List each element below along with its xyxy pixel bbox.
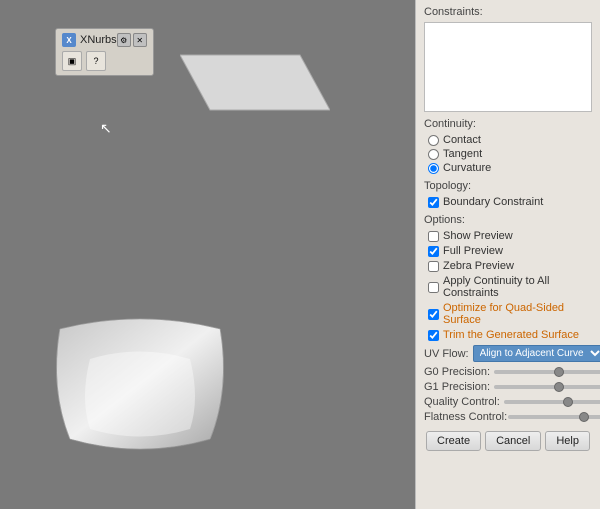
xnurbs-widget: X XNurbs ⚙ ✕ ▣ ? [55, 28, 154, 76]
radio-curvature-input[interactable] [428, 163, 439, 174]
continuity-radio-group: Contact Tangent Curvature [424, 134, 592, 174]
uv-flow-label: UV Flow: [424, 348, 469, 360]
checkbox-full-preview[interactable]: Full Preview [428, 245, 592, 257]
full-preview-input[interactable] [428, 246, 439, 257]
apply-continuity-input[interactable] [428, 282, 439, 293]
checkbox-optimize-quad[interactable]: Optimize for Quad-Sided Surface [428, 302, 592, 326]
checkbox-apply-continuity[interactable]: Apply Continuity to All Constraints [428, 275, 592, 299]
radio-curvature[interactable]: Curvature [428, 162, 592, 174]
widget-controls: ⚙ ✕ [117, 33, 147, 47]
gear-button[interactable]: ⚙ [117, 33, 131, 47]
checkbox-trim-surface[interactable]: Trim the Generated Surface [428, 329, 592, 341]
widget-title-bar: X XNurbs ⚙ ✕ [62, 33, 147, 47]
boundary-constraint-input[interactable] [428, 197, 439, 208]
continuity-label: Continuity: [424, 118, 592, 130]
show-preview-input[interactable] [428, 231, 439, 242]
optimize-quad-label: Optimize for Quad-Sided Surface [443, 302, 592, 326]
bottom-buttons: Create Cancel Help [424, 431, 592, 451]
topology-label: Topology: [424, 180, 592, 192]
radio-curvature-label: Curvature [443, 162, 491, 174]
g0-precision-label: G0 Precision: [424, 366, 490, 378]
boundary-constraint-label: Boundary Constraint [443, 196, 543, 208]
create-button[interactable]: Create [426, 431, 481, 451]
radio-contact-label: Contact [443, 134, 481, 146]
widget-title: X XNurbs [62, 33, 117, 47]
constraints-label: Constraints: [424, 6, 592, 18]
cursor-indicator: ↖ [100, 120, 112, 137]
checkbox-boundary-constraint[interactable]: Boundary Constraint [428, 196, 592, 208]
apply-continuity-label: Apply Continuity to All Constraints [443, 275, 592, 299]
trim-surface-label: Trim the Generated Surface [443, 329, 579, 341]
flatness-control-row: Flatness Control: [424, 411, 592, 423]
flatness-control-label: Flatness Control: [424, 411, 504, 423]
widget-icons-row: ▣ ? [62, 51, 147, 71]
flatness-control-slider[interactable] [508, 415, 600, 419]
help-button[interactable]: Help [545, 431, 590, 451]
flat-surface-shape [180, 50, 330, 120]
viewport[interactable]: X XNurbs ⚙ ✕ ▣ ? ↖ [0, 0, 415, 509]
quality-control-row: Quality Control: [424, 396, 592, 408]
checkbox-show-preview[interactable]: Show Preview [428, 230, 592, 242]
xnurbs-logo-icon: X [62, 33, 76, 47]
cancel-button[interactable]: Cancel [485, 431, 541, 451]
g1-precision-slider[interactable] [494, 385, 600, 389]
close-button[interactable]: ✕ [133, 33, 147, 47]
zebra-preview-input[interactable] [428, 261, 439, 272]
g1-precision-label: G1 Precision: [424, 381, 490, 393]
checkbox-zebra-preview[interactable]: Zebra Preview [428, 260, 592, 272]
zebra-preview-label: Zebra Preview [443, 260, 514, 272]
help-icon[interactable]: ? [86, 51, 106, 71]
radio-contact[interactable]: Contact [428, 134, 592, 146]
radio-contact-input[interactable] [428, 135, 439, 146]
g1-precision-row: G1 Precision: [424, 381, 592, 393]
quality-control-label: Quality Control: [424, 396, 500, 408]
g0-precision-slider[interactable] [494, 370, 600, 374]
options-label: Options: [424, 214, 592, 226]
constraints-box [424, 22, 592, 112]
optimize-quad-input[interactable] [428, 309, 439, 320]
radio-tangent[interactable]: Tangent [428, 148, 592, 160]
quality-control-slider[interactable] [504, 400, 600, 404]
radio-tangent-label: Tangent [443, 148, 482, 160]
uv-flow-row: UV Flow: Align to Adjacent Curve [424, 345, 592, 362]
radio-tangent-input[interactable] [428, 149, 439, 160]
full-preview-label: Full Preview [443, 245, 503, 257]
uv-flow-select[interactable]: Align to Adjacent Curve [473, 345, 600, 362]
curved-surface-shape [40, 299, 240, 459]
widget-title-text: XNurbs [80, 34, 117, 46]
topology-checkbox-group: Boundary Constraint [424, 196, 592, 208]
trim-surface-input[interactable] [428, 330, 439, 341]
g0-precision-row: G0 Precision: [424, 366, 592, 378]
surface-icon[interactable]: ▣ [62, 51, 82, 71]
right-panel: Constraints: Continuity: Contact Tangent… [415, 0, 600, 509]
show-preview-label: Show Preview [443, 230, 513, 242]
options-checkbox-group: Show Preview Full Preview Zebra Preview … [424, 230, 592, 341]
